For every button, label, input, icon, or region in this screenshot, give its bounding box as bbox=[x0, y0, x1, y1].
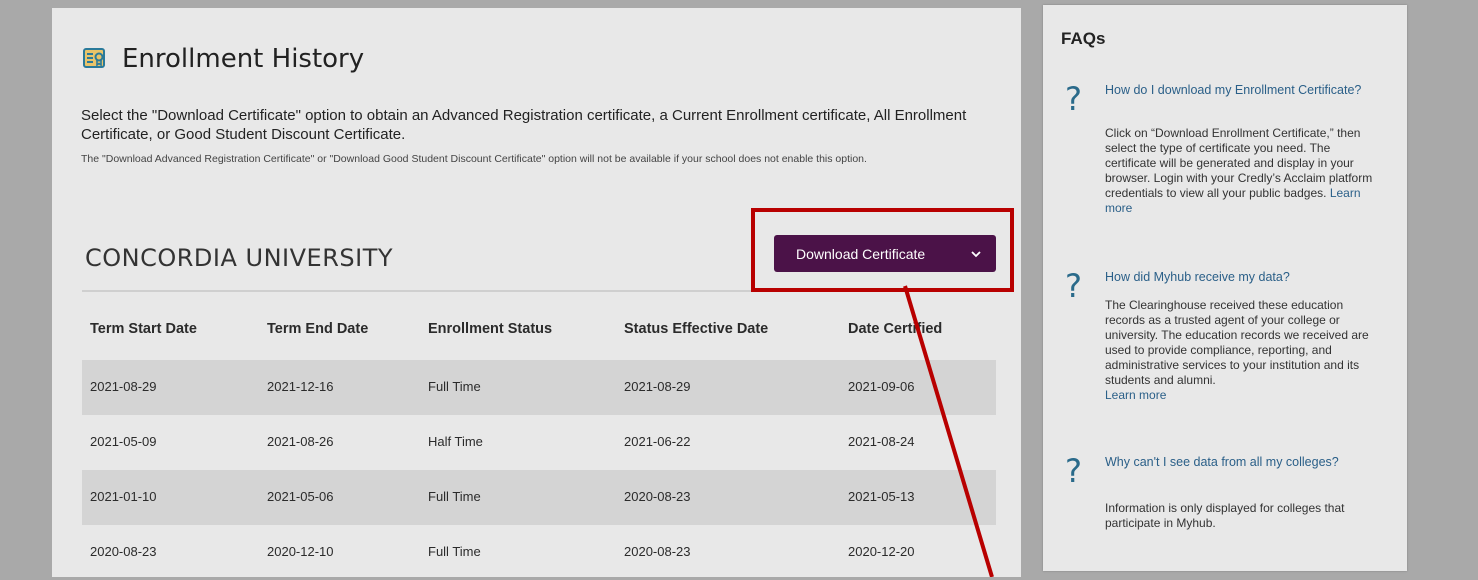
cell-term-end: 2021-08-26 bbox=[267, 434, 334, 449]
cell-term-start: 2021-01-10 bbox=[90, 489, 157, 504]
header-term-end: Term End Date bbox=[267, 321, 369, 337]
faq-panel: FAQs ? How do I download my Enrollment C… bbox=[1043, 5, 1407, 571]
intro-text: Select the "Download Certificate" option… bbox=[81, 107, 967, 143]
enrollment-history-card: Enrollment History Select the "Download … bbox=[52, 8, 1021, 577]
cell-status-effective-date: 2021-08-29 bbox=[624, 379, 691, 394]
faq-question[interactable]: Why can't I see data from all my college… bbox=[1105, 455, 1375, 469]
cell-date-certified: 2021-08-24 bbox=[848, 434, 915, 449]
page-title-row: Enrollment History bbox=[82, 44, 364, 74]
faq-question[interactable]: How do I download my Enrollment Certific… bbox=[1105, 83, 1375, 97]
cell-term-end: 2020-12-10 bbox=[267, 544, 334, 559]
question-mark-icon: ? bbox=[1065, 267, 1082, 305]
faq-answer: The Clearinghouse received these educati… bbox=[1105, 298, 1383, 403]
header-enrollment-status: Enrollment Status bbox=[428, 321, 553, 337]
faq-answer: Click on “Download Enrollment Certificat… bbox=[1105, 126, 1383, 216]
school-name: CONCORDIA UNIVERSITY bbox=[85, 244, 394, 272]
faq-item: ? How do I download my Enrollment Certif… bbox=[1065, 83, 1385, 253]
certificate-icon bbox=[83, 48, 105, 68]
table-row: 2021-08-29 2021-12-16 Full Time 2021-08-… bbox=[82, 360, 996, 415]
cell-date-certified: 2020-12-20 bbox=[848, 544, 915, 559]
faq-item: ? Why can't I see data from all my colle… bbox=[1065, 455, 1385, 545]
table-row: 2020-08-23 2020-12-10 Full Time 2020-08-… bbox=[82, 525, 996, 580]
highlight-box bbox=[751, 208, 1014, 292]
cell-enrollment-status: Half Time bbox=[428, 434, 483, 449]
header-status-effective-date: Status Effective Date bbox=[624, 321, 769, 337]
cell-enrollment-status: Full Time bbox=[428, 379, 481, 394]
cell-term-start: 2021-08-29 bbox=[90, 379, 157, 394]
question-mark-icon: ? bbox=[1065, 452, 1082, 490]
faq-answer: Information is only displayed for colleg… bbox=[1105, 501, 1345, 530]
cell-status-effective-date: 2021-06-22 bbox=[624, 434, 691, 449]
cell-term-end: 2021-05-06 bbox=[267, 489, 334, 504]
question-mark-icon: ? bbox=[1065, 80, 1082, 118]
cell-status-effective-date: 2020-08-23 bbox=[624, 544, 691, 559]
cell-term-start: 2020-08-23 bbox=[90, 544, 157, 559]
header-date-certified: Date Certified bbox=[848, 321, 943, 337]
header-term-start: Term Start Date bbox=[90, 321, 197, 337]
page-title: Enrollment History bbox=[122, 44, 365, 74]
cell-enrollment-status: Full Time bbox=[428, 544, 481, 559]
faq-question[interactable]: How did Myhub receive my data? bbox=[1105, 270, 1375, 284]
table-header-row: Term Start Date Term End Date Enrollment… bbox=[82, 313, 996, 353]
cell-enrollment-status: Full Time bbox=[428, 489, 481, 504]
cell-status-effective-date: 2020-08-23 bbox=[624, 489, 691, 504]
learn-more-link[interactable]: Learn more bbox=[1105, 388, 1166, 402]
faq-answer-text: The Clearinghouse received these educati… bbox=[1105, 298, 1369, 387]
table-row: 2021-05-09 2021-08-26 Half Time 2021-06-… bbox=[82, 415, 996, 470]
faq-title: FAQs bbox=[1061, 29, 1106, 48]
cell-date-certified: 2021-09-06 bbox=[848, 379, 915, 394]
cell-term-end: 2021-12-16 bbox=[267, 379, 334, 394]
availability-note: The "Download Advanced Registration Cert… bbox=[81, 153, 867, 165]
table-row: 2021-01-10 2021-05-06 Full Time 2020-08-… bbox=[82, 470, 996, 525]
cell-term-start: 2021-05-09 bbox=[90, 434, 157, 449]
faq-item: ? How did Myhub receive my data? The Cle… bbox=[1065, 270, 1385, 440]
cell-date-certified: 2021-05-13 bbox=[848, 489, 915, 504]
